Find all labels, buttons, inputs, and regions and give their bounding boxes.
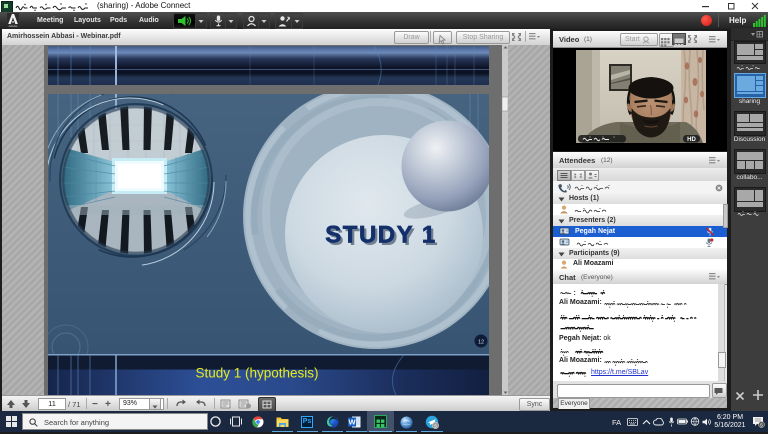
svg-text:Study 1 (hypothesis): Study 1 (hypothesis)	[195, 366, 318, 381]
svg-text:S: S	[434, 423, 437, 428]
svg-text:W: W	[348, 418, 356, 427]
svg-text:5: 5	[760, 422, 763, 428]
svg-text::: :	[574, 290, 576, 297]
svg-text:HD: HD	[687, 137, 696, 143]
svg-text:Adobe: Adobe	[9, 24, 18, 27]
svg-text:STUDY 1: STUDY 1	[325, 222, 436, 249]
svg-text:12: 12	[478, 340, 484, 346]
